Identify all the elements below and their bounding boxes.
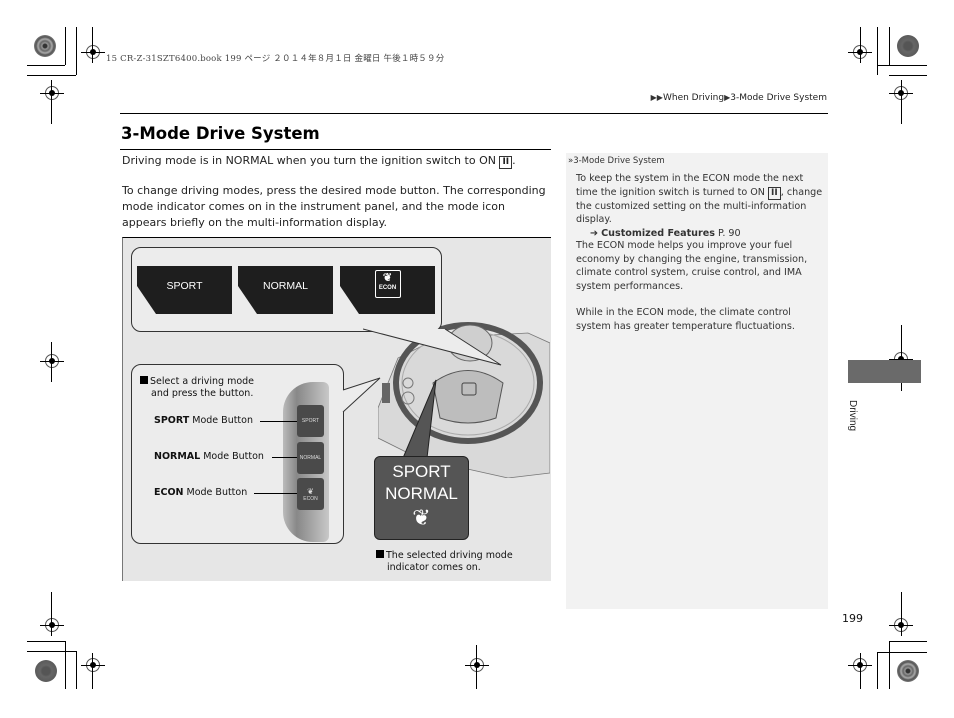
crop-mark: [51, 80, 52, 124]
crop-mark: [877, 652, 927, 653]
registration-mark-icon: [40, 618, 64, 632]
crop-mark: [76, 651, 77, 689]
double-arrow-icon: ▶▶: [650, 93, 663, 102]
registration-mark-icon: [40, 86, 64, 100]
crop-mark: [65, 641, 66, 689]
econ-icon: ❦ ECON: [374, 270, 401, 298]
illustration-figure: SPORT NORMAL ❦ ECON Select a driving mode…: [122, 237, 551, 581]
xref-page: P. 90: [718, 227, 741, 239]
registration-mark-icon: [81, 658, 105, 672]
sidebar-note: »3-Mode Drive System To keep the system …: [566, 153, 828, 609]
crop-mark: [65, 27, 66, 65]
color-bar-rosette-icon: [897, 35, 919, 57]
crop-mark: [51, 342, 52, 382]
select-caption: Select a driving mode and press the butt…: [140, 376, 254, 400]
color-bar-rosette-icon: [35, 660, 57, 682]
bullet-square-icon: [376, 550, 384, 558]
callout-pointer: [363, 328, 502, 366]
crop-mark: [92, 653, 93, 689]
crop-mark: [27, 641, 65, 642]
sport-mode-button[interactable]: SPORT: [297, 405, 324, 437]
sidebar-paragraph-1: To keep the system in the ECON mode the …: [576, 173, 824, 241]
header-rule: [120, 113, 828, 114]
indicator-normal: NORMAL: [385, 484, 458, 503]
econ-icon: ❦: [412, 505, 431, 530]
section-tab[interactable]: [848, 360, 921, 383]
arrow-right-icon: ➔: [590, 227, 599, 239]
registration-mark-icon: [81, 45, 105, 59]
crop-mark: [901, 592, 902, 636]
crop-mark: [889, 641, 890, 689]
crop-mark: [860, 27, 861, 63]
display-tile-normal: NORMAL: [238, 266, 333, 314]
crop-mark: [476, 645, 477, 689]
indicator-sport: SPORT: [392, 462, 451, 481]
crop-mark: [92, 27, 93, 63]
leader-line: [272, 457, 297, 458]
display-callout: SPORT NORMAL ❦ ECON: [131, 247, 442, 332]
color-bar-rosette-icon: [34, 35, 56, 57]
normal-mode-button[interactable]: NORMAL: [297, 442, 324, 474]
cross-reference[interactable]: ➔ Customized Features P. 90: [576, 227, 824, 241]
registration-mark-icon: [465, 658, 489, 672]
crop-mark: [889, 641, 927, 642]
crop-mark: [889, 27, 890, 65]
intro-text: Driving mode is in NORMAL when you turn …: [122, 154, 500, 167]
leader-line: [260, 421, 297, 422]
crop-mark: [877, 27, 878, 75]
ignition-key-position-icon: II: [768, 186, 781, 200]
sidebar-heading: »3-Mode Drive System: [568, 156, 665, 166]
crop-mark: [901, 80, 902, 124]
intro-paragraph-2: To change driving modes, press the desir…: [122, 184, 546, 229]
xref-label[interactable]: Customized Features: [601, 228, 715, 239]
intro-text: .: [512, 154, 516, 167]
crop-mark: [877, 65, 927, 66]
econ-icon: ❦: [307, 486, 314, 496]
bullet-square-icon: [140, 376, 148, 384]
mode-indicator-display: SPORT NORMAL ❦: [374, 456, 469, 540]
sidebar-paragraph-3: While in the ECON mode, the climate cont…: [576, 307, 795, 332]
normal-button-label: NORMAL Mode Button: [154, 451, 264, 462]
econ-mode-button[interactable]: ❦ ECON: [297, 478, 324, 510]
display-tile-sport: SPORT: [137, 266, 232, 314]
title-rule: [120, 149, 551, 150]
breadcrumb-item[interactable]: 3-Mode Drive System: [730, 93, 827, 103]
display-tile-econ: ❦ ECON: [340, 266, 435, 314]
breadcrumb-item[interactable]: When Driving: [663, 93, 724, 103]
page-number: 199: [842, 612, 863, 625]
crop-mark: [877, 652, 878, 689]
color-bar-rosette-icon: [897, 660, 919, 682]
indicator-caption: The selected driving mode indicator come…: [376, 550, 513, 574]
intro-paragraph-1: Driving mode is in NORMAL when you turn …: [122, 153, 552, 169]
crop-mark: [27, 651, 76, 652]
sidebar-paragraph-2: The ECON mode helps you improve your fue…: [576, 240, 808, 292]
ignition-key-position-icon: II: [499, 156, 513, 169]
page-title: 3-Mode Drive System: [121, 124, 320, 143]
callout-pointer: [342, 377, 381, 413]
indicator-pointer: [402, 379, 437, 459]
crop-mark: [76, 27, 77, 75]
leader-line: [254, 493, 297, 494]
print-slug: 15 CR-Z-31SZT6400.book 199 ページ ２０１４年８月１日…: [106, 54, 445, 64]
sport-button-label: SPORT Mode Button: [154, 415, 253, 426]
crop-mark: [51, 592, 52, 636]
section-tab-label: Driving: [847, 400, 858, 432]
crop-mark: [889, 75, 927, 76]
crop-mark: [27, 75, 76, 76]
crop-mark: [27, 65, 65, 66]
crop-mark: [860, 653, 861, 689]
breadcrumb: ▶▶When Driving▶3-Mode Drive System: [651, 93, 827, 103]
econ-button-label: ECON Mode Button: [154, 487, 248, 498]
buttons-callout: Select a driving mode and press the butt…: [131, 364, 344, 544]
registration-mark-icon: [40, 354, 64, 368]
